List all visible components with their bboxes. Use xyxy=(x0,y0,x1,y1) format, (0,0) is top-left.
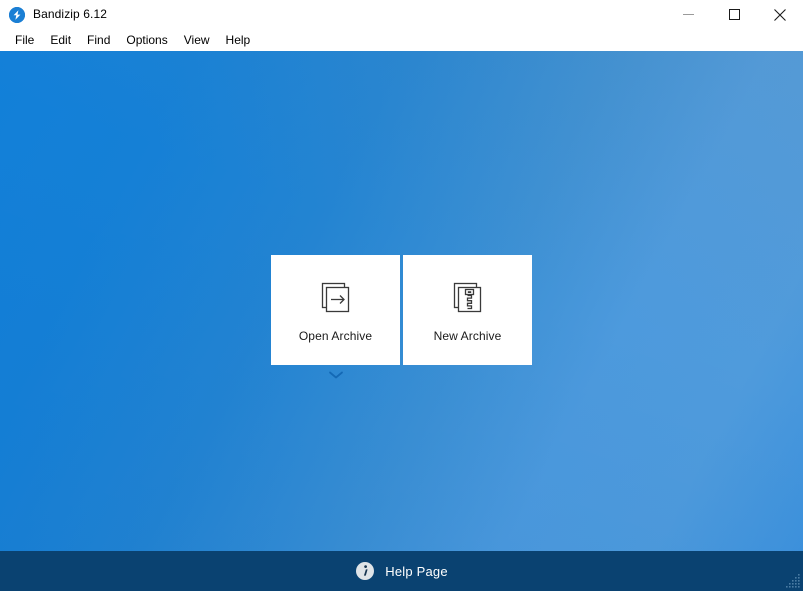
action-cards: Open Archive New Archive xyxy=(271,255,533,365)
open-archive-card[interactable]: Open Archive xyxy=(271,255,400,365)
info-icon xyxy=(355,561,375,581)
title-bar: Bandizip 6.12 xyxy=(0,0,803,29)
menu-item-file[interactable]: File xyxy=(7,29,42,51)
maximize-button[interactable] xyxy=(711,0,757,29)
window-title: Bandizip 6.12 xyxy=(33,7,108,21)
open-archive-label: Open Archive xyxy=(298,329,373,343)
chevron-down-icon xyxy=(328,371,343,379)
new-archive-card[interactable]: New Archive xyxy=(403,255,532,365)
bandizip-logo-icon xyxy=(9,6,25,23)
help-page-label: Help Page xyxy=(385,563,448,579)
help-page-bar[interactable]: Help Page xyxy=(0,551,803,591)
new-archive-label: New Archive xyxy=(433,329,502,343)
close-button[interactable] xyxy=(757,0,803,29)
minimize-icon xyxy=(682,14,694,15)
menu-item-find[interactable]: Find xyxy=(79,29,118,51)
new-archive-icon xyxy=(446,277,490,321)
menu-item-options[interactable]: Options xyxy=(118,29,175,51)
maximize-icon xyxy=(728,9,740,20)
expand-more-button[interactable] xyxy=(271,365,400,385)
window-controls xyxy=(665,0,803,29)
action-cards-area: Open Archive New Archive xyxy=(271,255,533,385)
close-icon xyxy=(774,8,786,21)
bandizip-main-window: Bandizip 6.12 File Edit Find Options Vie… xyxy=(0,0,803,591)
menu-item-help[interactable]: Help xyxy=(218,29,259,51)
resize-grip-icon[interactable] xyxy=(786,574,801,589)
open-archive-icon xyxy=(314,277,358,321)
menu-bar: File Edit Find Options View Help xyxy=(0,29,803,51)
menu-item-edit[interactable]: Edit xyxy=(42,29,79,51)
minimize-button[interactable] xyxy=(665,0,711,29)
help-page-content: Help Page xyxy=(355,561,448,581)
menu-item-view[interactable]: View xyxy=(176,29,218,51)
main-canvas: Open Archive New Archive xyxy=(0,51,803,551)
